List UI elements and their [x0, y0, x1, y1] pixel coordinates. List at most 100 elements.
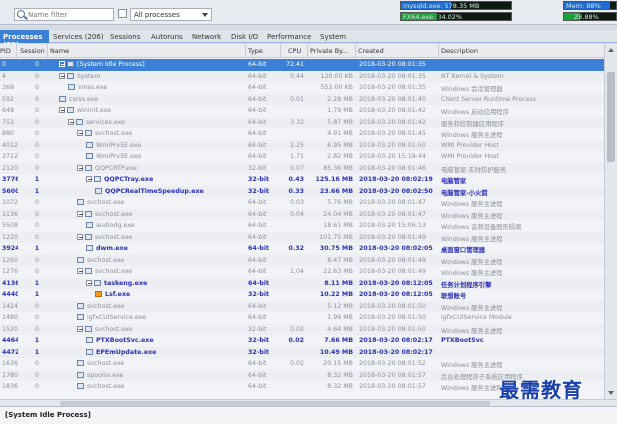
scroll-down-icon[interactable] — [608, 391, 614, 395]
cell-name: svchost.exe — [77, 302, 267, 310]
cell-type: 64-bit — [248, 302, 267, 310]
cell-pid: 5508 — [2, 222, 18, 229]
cell-created: 2018-03-20 08:01:47 — [359, 199, 426, 206]
cell-session: 0 — [34, 371, 39, 379]
column-header-pid[interactable]: PID — [0, 47, 11, 55]
chevron-down-icon — [202, 13, 208, 17]
collapse-toggle-icon[interactable] — [86, 176, 92, 182]
table-row[interactable]: 1424 0 svchost.exe 64-bit 5.12 MB 2018-03-20 … — [0, 300, 604, 312]
cell-name: svchost.exe — [77, 233, 267, 241]
scroll-up-icon[interactable] — [608, 48, 614, 52]
toolbar: Name filter All processes mysqld.exe: 57… — [0, 0, 617, 25]
cell-private-bytes: 10.22 MB — [319, 291, 353, 298]
column-header-description[interactable]: Description — [441, 47, 478, 55]
process-name: svchost.exe — [95, 325, 133, 333]
cell-type: 64-bit — [248, 118, 267, 126]
scrollbar-thumb[interactable] — [607, 72, 615, 162]
cell-cpu: 0.43 — [288, 176, 304, 183]
table-row[interactable]: 368 0 smss.exe 64-bit 552.00 KB 2018-03-20 08… — [0, 82, 604, 94]
cell-created: 2018-03-20 08:01:50 — [359, 302, 426, 310]
table-row[interactable]: 4136 1 taskeng.exe 64-bit 8.11 MB 2018-03-20 … — [0, 277, 604, 289]
cell-pid: 4136 — [2, 279, 18, 287]
table-row[interactable]: 1136 0 svchost.exe 64-bit 0.04 24.04 MB 2018-0… — [0, 208, 604, 220]
table-row[interactable]: 1520 0 svchost.exe 32-bit 0.02 4.64 MB 2018-03… — [0, 323, 604, 335]
process-name: svchost.exe — [95, 233, 133, 241]
table-row[interactable]: 3776 1 QQPCTray.exe 32-bit 0.43 125.16 MB 2018… — [0, 174, 604, 186]
collapse-toggle-icon[interactable] — [77, 130, 83, 136]
table-row[interactable]: 4472 1 EPEmUpdate.exe 32-bit 10.49 MB 2018-03… — [0, 346, 604, 358]
table-row[interactable]: 4440 1 Lsf.exe 32-bit 10.22 MB 2018-03-20 08:… — [0, 289, 604, 301]
cell-pid: 592 — [2, 95, 15, 103]
collapse-toggle-icon[interactable] — [68, 118, 74, 125]
table-row[interactable]: 5600 1 QQPCRealTimeSpeedup.exe 32-bit 0.33 23… — [0, 185, 604, 197]
cell-cpu: 0.32 — [288, 245, 304, 252]
collapse-toggle-icon[interactable] — [86, 279, 92, 286]
collapse-toggle-icon[interactable] — [77, 325, 83, 332]
table-row[interactable]: 648 0 wininit.exe 64-bit 1.79 MB 2018-03-20 0… — [0, 105, 604, 117]
process-name: smss.exe — [78, 84, 108, 91]
tab-disk-io[interactable]: Disk I/O — [231, 30, 258, 43]
cell-description: WMI Provider Host — [441, 153, 499, 160]
column-header-created[interactable]: Created — [358, 47, 384, 55]
cell-description: WMI Provider Host — [441, 141, 499, 149]
cell-cpu: 0.02 — [289, 325, 304, 333]
process-name: System — [77, 72, 101, 80]
table-row[interactable]: 2120 0 QQPCRTP.exe 32-bit 0.07 85.36 MB 2018-0… — [0, 162, 604, 174]
tab-processes[interactable]: Processes (80) — [0, 30, 49, 49]
column-header-session[interactable]: Session — [20, 47, 45, 55]
cell-private-bytes: 1.79 MB — [327, 107, 353, 114]
cell-pid: 1276 — [2, 268, 18, 275]
table-row[interactable]: 3712 0 WmiPrvSE.exe 64-bit 1.71 2.82 MB 2018-0… — [0, 151, 604, 163]
cell-description: PTXBootSvc — [441, 337, 484, 344]
table-row[interactable]: 592 0 csrss.exe 64-bit 0.01 2.28 MB 2018-03-20… — [0, 93, 604, 105]
cell-session: 1 — [34, 348, 40, 356]
table-row[interactable]: 1276 0 svchost.exe 64-bit 1.04 22.63 MB 2018-0… — [0, 266, 604, 278]
collapse-toggle-icon[interactable] — [77, 210, 83, 217]
cell-session: 1 — [34, 245, 40, 252]
table-row[interactable]: 1220 0 svchost.exe 64-bit 101.75 MB 2018-03-2… — [0, 231, 604, 243]
cell-description: Client Server Runtime Process — [441, 95, 537, 103]
cell-pid: 880 — [2, 130, 15, 137]
table-row[interactable]: 4 0 System 64-bit 0.44 120.00 KB 2018-03-20 08… — [0, 70, 604, 82]
tab-system[interactable]: System — [320, 30, 346, 43]
column-header-type[interactable]: Type — [248, 47, 263, 55]
table-row[interactable]: 1480 0 igfxCUIService.exe 64-bit 1.99 MB 2018… — [0, 312, 604, 324]
name-filter-input[interactable]: Name filter — [14, 8, 114, 21]
filter-checkbox[interactable] — [118, 9, 127, 18]
table-row[interactable]: 1636 0 svchost.exe 64-bit 0.02 20.15 MB 2018-0… — [0, 358, 604, 370]
cell-private-bytes: 125.16 MB — [315, 176, 353, 183]
collapse-toggle-icon[interactable] — [59, 107, 65, 113]
table-row[interactable]: 4464 1 PTXBootSvc.exe 32-bit 0.02 7.66 MB 2018… — [0, 335, 604, 347]
table-row[interactable]: 0 0 [System Idle Process] 64-bit 72.41 2018-0… — [0, 59, 604, 71]
collapse-toggle-icon[interactable] — [59, 72, 65, 79]
table-row[interactable]: 3924 1 dwm.exe 64-bit 0.32 30.75 MB 2018-03-20… — [0, 243, 604, 255]
tab-services[interactable]: Services (206) — [53, 30, 104, 43]
tab-performance[interactable]: Performance — [267, 30, 311, 43]
process-icon — [85, 164, 92, 171]
process-filter-select[interactable]: All processes — [130, 8, 212, 21]
table-row[interactable]: 5508 0 audiodg.exe 64-bit 18.61 MB 2018-03-20… — [0, 220, 604, 232]
column-header-row: PID Session Name Type CPU Private By... … — [0, 44, 604, 58]
collapse-toggle-icon[interactable] — [59, 61, 65, 67]
tab-autoruns[interactable]: Autoruns — [151, 30, 183, 43]
column-header-cpu[interactable]: CPU — [288, 47, 301, 55]
table-row[interactable]: 1260 0 svchost.exe 64-bit 8.47 MB 2018-03-20 … — [0, 254, 604, 266]
vertical-scrollbar[interactable] — [604, 44, 617, 399]
process-icon — [94, 279, 101, 286]
collapse-toggle-icon[interactable] — [77, 268, 83, 274]
table-row[interactable]: 4012 0 WmiPrvSE.exe 64-bit 2.25 6.95 MB 2018-0… — [0, 139, 604, 151]
table-row[interactable]: 752 0 services.exe 64-bit 3.32 5.87 MB 2018-03… — [0, 116, 604, 128]
tab-network[interactable]: Network — [192, 30, 221, 43]
collapse-toggle-icon[interactable] — [77, 164, 83, 171]
table-row[interactable]: 880 0 svchost.exe 64-bit 4.91 MB 2018-03-20 0… — [0, 128, 604, 140]
cell-created: 2018-03-20 08:01:57 — [359, 371, 426, 379]
cell-created: 2018-03-20 08:01:35 — [359, 72, 426, 80]
table-row[interactable]: 1072 0 svchost.exe 64-bit 0.03 5.76 MB 2018-03… — [0, 197, 604, 209]
cell-created: 2018-03-20 08:12:05 — [359, 291, 433, 298]
column-header-name[interactable]: Name — [50, 47, 69, 55]
collapse-toggle-icon[interactable] — [77, 233, 83, 240]
cell-pid: 3924 — [2, 245, 18, 252]
column-header-private-bytes[interactable]: Private By... — [310, 47, 348, 55]
cell-type: 64-bit — [248, 279, 270, 287]
tab-sessions[interactable]: Sessions — [110, 30, 140, 43]
